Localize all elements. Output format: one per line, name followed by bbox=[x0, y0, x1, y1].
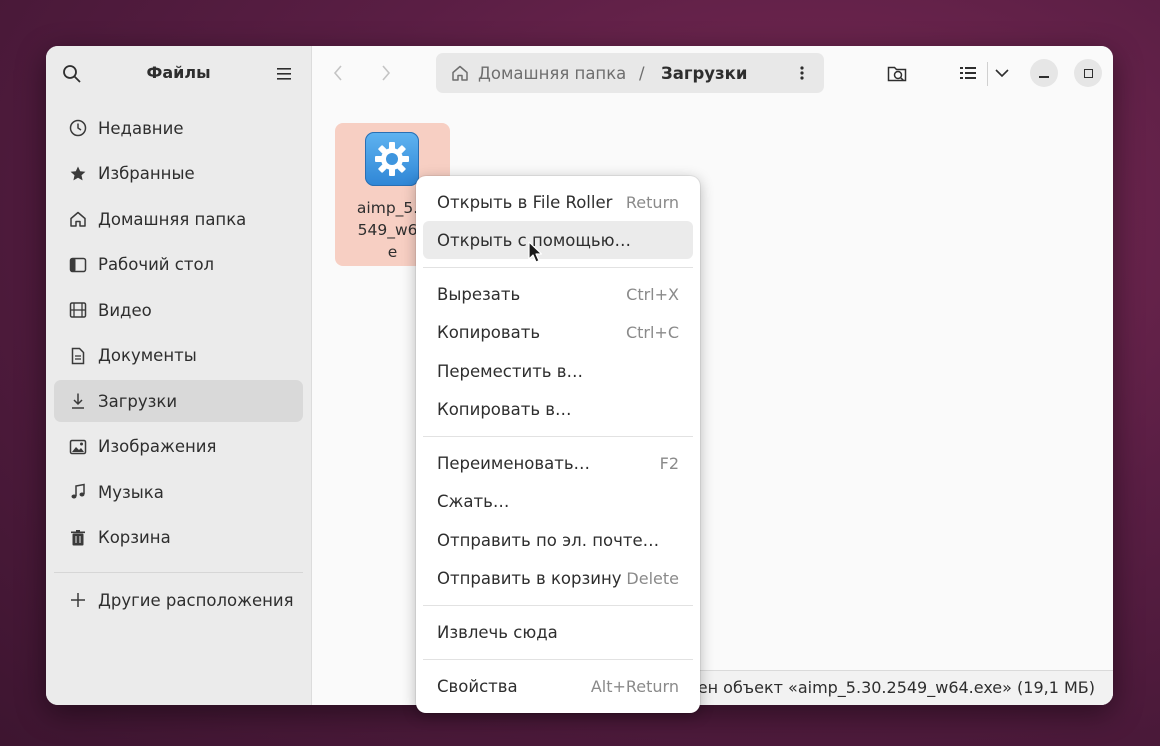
breadcrumb-home[interactable]: Домашняя папка bbox=[478, 64, 626, 83]
sidebar-item-videos[interactable]: Видео bbox=[54, 289, 303, 331]
breadcrumb-separator: / bbox=[639, 64, 645, 83]
sidebar-item-downloads[interactable]: Загрузки bbox=[54, 380, 303, 422]
menu-separator bbox=[423, 659, 693, 660]
path-bar: Домашняя папка / Загрузки bbox=[436, 53, 824, 93]
download-icon bbox=[68, 391, 88, 411]
desktop-icon bbox=[68, 255, 88, 275]
sidebar-item-label: Домашняя папка bbox=[98, 209, 247, 229]
menu-item-shortcut: Delete bbox=[626, 568, 679, 588]
clock-icon bbox=[68, 118, 88, 138]
menu-item-rename[interactable]: Переименовать… F2 bbox=[423, 444, 693, 482]
sidebar-item-desktop[interactable]: Рабочий стол bbox=[54, 244, 303, 286]
sidebar-header: Файлы bbox=[46, 46, 311, 100]
menu-item-label: Свойства bbox=[437, 676, 518, 696]
home-icon bbox=[450, 63, 470, 83]
plus-icon bbox=[68, 590, 88, 610]
sidebar-item-home[interactable]: Домашняя папка bbox=[54, 198, 303, 240]
minimize-icon bbox=[1039, 76, 1049, 78]
menu-item-label: Вырезать bbox=[437, 284, 521, 304]
breadcrumb-current[interactable]: Загрузки bbox=[661, 64, 747, 83]
menu-item-copy-to[interactable]: Копировать в… bbox=[423, 390, 693, 428]
sidebar-item-label: Избранные bbox=[98, 164, 195, 183]
menu-item-shortcut: Return bbox=[625, 192, 679, 212]
more-vertical-icon[interactable] bbox=[794, 63, 810, 83]
menu-item-label: Извлечь сюда bbox=[437, 622, 558, 642]
chevron-down-icon[interactable] bbox=[992, 64, 1012, 82]
sidebar-item-label: Корзина bbox=[98, 528, 171, 547]
menu-item-shortcut: Ctrl+C bbox=[625, 322, 679, 342]
maximize-button[interactable] bbox=[1074, 59, 1102, 87]
menu-item-shortcut: F2 bbox=[659, 453, 679, 473]
sidebar-item-label: Документы bbox=[98, 346, 197, 365]
menu-item-extract-here[interactable]: Извлечь сюда bbox=[423, 613, 693, 651]
mouse-pointer-icon bbox=[528, 241, 543, 263]
menu-item-label: Копировать в… bbox=[437, 399, 572, 419]
sidebar-other-locations: Другие расположения bbox=[54, 579, 303, 625]
trash-icon bbox=[68, 528, 88, 548]
menu-separator bbox=[423, 436, 693, 437]
star-icon bbox=[68, 164, 88, 184]
executable-gear-icon bbox=[365, 132, 419, 186]
status-bar: лен объект «aimp_5.30.2549_w64.exe» (19,… bbox=[682, 670, 1113, 705]
sidebar-item-trash[interactable]: Корзина bbox=[54, 517, 303, 559]
menu-item-label: Открыть в File Roller bbox=[437, 192, 613, 212]
context-menu: Открыть в File Roller Return Открыть с п… bbox=[416, 176, 700, 713]
menu-item-label: Отправить по эл. почте… bbox=[437, 530, 660, 550]
back-icon[interactable] bbox=[330, 63, 346, 83]
toolbar-divider bbox=[987, 62, 988, 86]
maximize-icon bbox=[1083, 68, 1093, 78]
menu-item-compress[interactable]: Сжать… bbox=[423, 482, 693, 520]
sidebar-item-pictures[interactable]: Изображения bbox=[54, 426, 303, 468]
sidebar-item-label: Рабочий стол bbox=[98, 255, 215, 274]
sidebar-item-label: Изображения bbox=[98, 437, 217, 456]
sidebar-divider bbox=[54, 572, 303, 573]
sidebar-item-label: Другие расположения bbox=[98, 590, 294, 610]
document-icon bbox=[68, 346, 88, 366]
menu-item-label: Копировать bbox=[437, 322, 541, 342]
menu-item-send-email[interactable]: Отправить по эл. почте… bbox=[423, 521, 693, 559]
film-icon bbox=[68, 300, 88, 320]
sidebar-item-label: Видео bbox=[98, 300, 152, 320]
menu-item-cut[interactable]: Вырезать Ctrl+X bbox=[423, 275, 693, 313]
sidebar-item-documents[interactable]: Документы bbox=[54, 335, 303, 377]
menu-item-move-to[interactable]: Переместить в… bbox=[423, 352, 693, 390]
image-icon bbox=[68, 437, 88, 457]
forward-icon[interactable] bbox=[378, 63, 394, 83]
menu-item-open-with[interactable]: Открыть с помощью… bbox=[423, 221, 693, 259]
sidebar: Файлы Недавние Избранные Домашняя папка … bbox=[46, 46, 312, 705]
menu-item-shortcut: Ctrl+X bbox=[626, 284, 679, 304]
menu-separator bbox=[423, 267, 693, 268]
sidebar-item-label: Недавние bbox=[98, 118, 184, 138]
app-title: Файлы bbox=[146, 63, 211, 82]
hamburger-menu-icon[interactable] bbox=[274, 63, 296, 85]
menu-item-label: Отправить в корзину bbox=[437, 568, 622, 588]
music-icon bbox=[68, 482, 88, 502]
sidebar-item-starred[interactable]: Избранные bbox=[54, 153, 303, 195]
menu-item-move-to-trash[interactable]: Отправить в корзину Delete bbox=[423, 559, 693, 597]
menu-item-open-file-roller[interactable]: Открыть в File Roller Return bbox=[423, 183, 693, 221]
sidebar-item-other-locations[interactable]: Другие расположения bbox=[54, 579, 303, 621]
menu-separator bbox=[423, 605, 693, 606]
sidebar-item-label: Загрузки bbox=[98, 391, 178, 411]
minimize-button[interactable] bbox=[1030, 59, 1058, 87]
folder-search-icon[interactable] bbox=[886, 62, 910, 84]
home-icon bbox=[68, 209, 88, 229]
menu-item-shortcut: Alt+Return bbox=[590, 676, 679, 696]
menu-item-label: Сжать… bbox=[437, 491, 510, 511]
list-view-icon[interactable] bbox=[958, 64, 978, 82]
sidebar-item-recent[interactable]: Недавние bbox=[54, 107, 303, 149]
sidebar-item-music[interactable]: Музыка bbox=[54, 471, 303, 513]
menu-item-copy[interactable]: Копировать Ctrl+C bbox=[423, 313, 693, 351]
menu-item-label: Переименовать… bbox=[437, 453, 591, 473]
menu-item-properties[interactable]: Свойства Alt+Return bbox=[423, 667, 693, 705]
sidebar-item-label: Музыка bbox=[98, 482, 164, 502]
status-text: лен объект «aimp_5.30.2549_w64.exe» (19,… bbox=[687, 678, 1095, 697]
menu-item-label: Переместить в… bbox=[437, 361, 583, 381]
sidebar-places: Недавние Избранные Домашняя папка Рабочи… bbox=[54, 107, 303, 562]
